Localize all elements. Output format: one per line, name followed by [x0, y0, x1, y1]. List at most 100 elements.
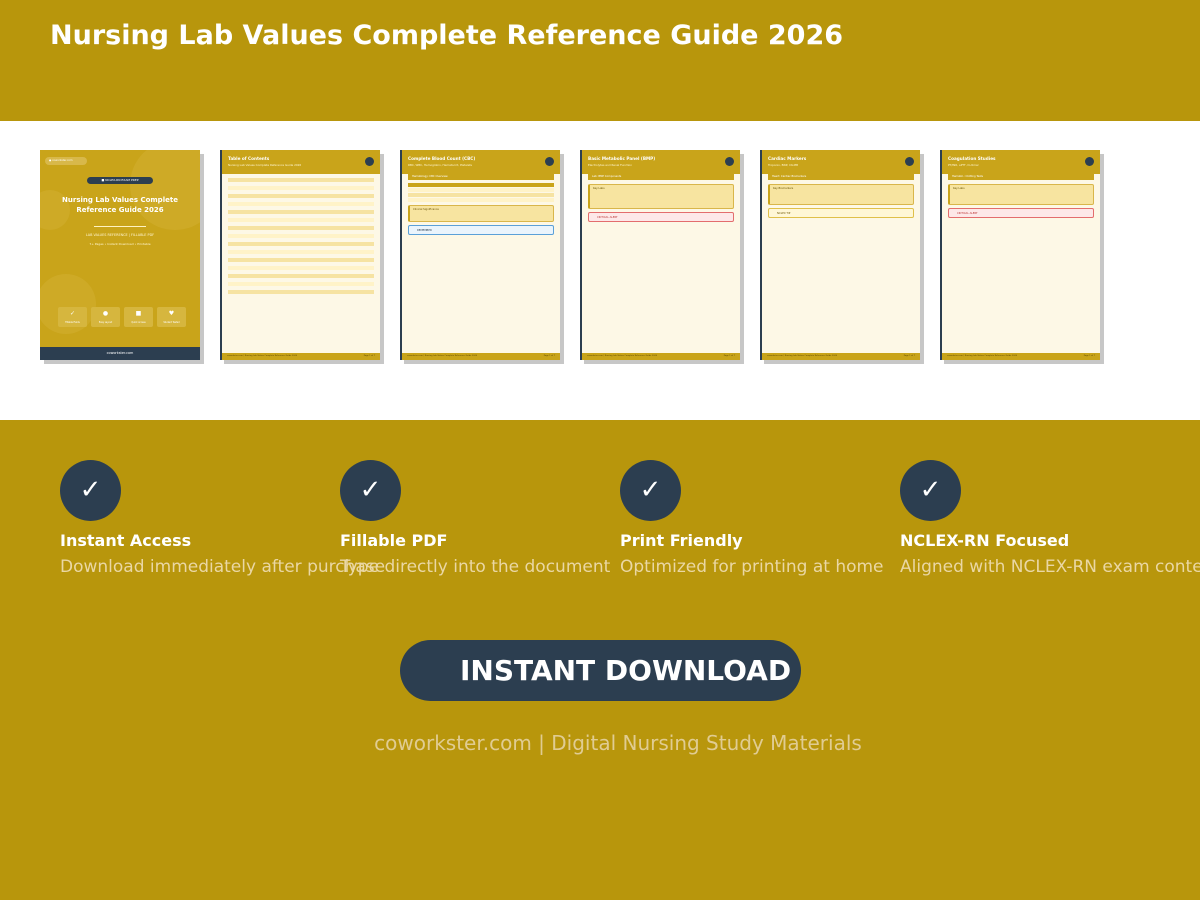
toc-row: [228, 266, 374, 270]
toc-row: [228, 290, 374, 294]
preview-cardiac-page[interactable]: Cardiac Markers Troponin, BNP, CK-MB Hea…: [760, 150, 920, 360]
cover-title: Nursing Lab Values Complete Reference Gu…: [40, 195, 200, 215]
section-label: Hematology: CBC Overview: [412, 175, 448, 178]
tip-callout: NCLEX TIP: [768, 208, 914, 218]
page-title: Nursing Lab Values Complete Reference Gu…: [50, 20, 844, 51]
heart-icon: ♥: [168, 310, 175, 317]
box-label: Key Labs: [593, 187, 605, 190]
page-footer-right: Page 1 of 7: [723, 355, 735, 357]
feature-description: Type directly into the document: [340, 557, 611, 577]
page-header: [942, 150, 1100, 174]
cover-brand-pill: ● coworkster.com: [45, 157, 87, 165]
cover-details: 7+ Pages • Instant Download • Printable: [89, 242, 151, 246]
page-footer-left: coworkster.com | Nursing Lab Values Comp…: [947, 355, 1018, 357]
cover-divider: [94, 226, 146, 227]
box-label: Clinical Significance: [413, 208, 439, 211]
page-header: [762, 150, 920, 174]
section-label: Heart: Cardiac Biomarkers: [772, 175, 807, 178]
header-banner: Nursing Lab Values Complete Reference Gu…: [0, 0, 1200, 121]
section-bar: Lab: BMP Components: [588, 174, 734, 180]
preview-coagulation-page[interactable]: Coagulation Studies PT/INR, aPTT, D-dime…: [940, 150, 1100, 360]
check-icon: ✓: [340, 460, 401, 521]
cover-title-line: Nursing Lab Values Complete: [62, 196, 178, 204]
page-footer: coworkster.com | Nursing Lab Values Comp…: [582, 353, 740, 360]
toc-row: [228, 226, 374, 230]
page-heading: Table of Contents: [228, 156, 270, 161]
table-row: [408, 198, 554, 202]
page-footer-right: Page 1 of 7: [1083, 355, 1095, 357]
page-heading: Cardiac Markers: [768, 156, 807, 161]
cover-feature-label: Easy Layout: [98, 321, 113, 324]
instant-download-button[interactable]: INSTANT DOWNLOAD: [400, 640, 801, 701]
section-bar: Hematol.: Clotting Tests: [948, 174, 1094, 180]
feature-description: Aligned with NCLEX-RN exam content: [900, 557, 1200, 577]
page-heading: Coagulation Studies: [948, 156, 996, 161]
page-subheading: PT/INR, aPTT, D-dimer: [948, 163, 979, 167]
feature-nclex-focused: ✓ NCLEX-RN Focused Aligned with NCLEX-RN…: [900, 460, 1200, 590]
cover-feature: ♥ Student Tested: [157, 307, 186, 327]
feature-title: Fillable PDF: [340, 531, 448, 550]
page-heading: Basic Metabolic Panel (BMP): [588, 156, 656, 161]
callout-label: REMEMBER: [417, 229, 432, 232]
critical-alert: CRITICAL ALERT: [588, 212, 734, 222]
critical-alert: CRITICAL ALERT: [948, 208, 1094, 218]
page-badge: [365, 157, 374, 166]
page-footer-left: coworkster.com | Nursing Lab Values Comp…: [227, 355, 298, 357]
cover-feature: ✓ Fillable Fields: [58, 307, 87, 327]
toc-row: [228, 178, 374, 182]
cover-subtitle: LAB VALUES REFERENCE | FILLABLE PDF: [85, 233, 155, 237]
feature-description: Optimized for printing at home: [620, 557, 884, 577]
info-callout: REMEMBER: [408, 225, 554, 235]
page-badge: [725, 157, 734, 166]
cover-tag: ■ NCLEX-RN EXAM PREP: [87, 177, 153, 184]
page-subheading: Electrolytes and Renal Function: [588, 163, 633, 167]
cover-footer: coworkster.com: [40, 347, 200, 360]
page-footer: coworkster.com | Nursing Lab Values Comp…: [762, 353, 920, 360]
toc-row: [228, 234, 374, 238]
table-row: [408, 193, 554, 197]
alert-label: CRITICAL ALERT: [597, 216, 618, 219]
section-label: Lab: BMP Components: [592, 175, 622, 178]
box-label: Key Biomarkers: [773, 187, 794, 190]
box-label: Key Labs: [953, 187, 965, 190]
cover-feature-label: Fillable Fields: [65, 321, 80, 324]
page-footer: coworkster.com | Nursing Lab Values Comp…: [222, 353, 380, 360]
square-icon: ■: [135, 310, 142, 317]
toc-row: [228, 186, 374, 190]
key-labs-box: Key Labs: [588, 184, 734, 209]
page-footer-left: coworkster.com | Nursing Lab Values Comp…: [407, 355, 478, 357]
feature-title: Print Friendly: [620, 531, 743, 550]
preview-table-of-contents[interactable]: Table of Contents Nursing Lab Values Com…: [220, 150, 380, 360]
section-bar: Heart: Cardiac Biomarkers: [768, 174, 914, 180]
page-badge: [1085, 157, 1094, 166]
check-icon: ✓: [69, 310, 76, 317]
preview-cover[interactable]: ● coworkster.com ■ NCLEX-RN EXAM PREP Nu…: [40, 150, 200, 360]
toc-row: [228, 282, 374, 286]
page-footer: coworkster.com | Nursing Lab Values Comp…: [402, 353, 560, 360]
feature-title: NCLEX-RN Focused: [900, 531, 1070, 550]
cover-feature-label: Quick Access: [131, 321, 146, 324]
page-header: [582, 150, 740, 174]
toc-row: [228, 258, 374, 262]
toc-row: [228, 274, 374, 278]
cover-feature: ● Easy Layout: [91, 307, 120, 327]
cover-feature-label: Student Tested: [163, 321, 180, 324]
key-labs-box: Key Labs: [948, 184, 1094, 205]
page-subheading: Nursing Lab Values Complete Reference Gu…: [228, 163, 302, 167]
preview-bmp-page[interactable]: Basic Metabolic Panel (BMP) Electrolytes…: [580, 150, 740, 360]
page-badge: [545, 157, 554, 166]
page-badge: [905, 157, 914, 166]
toc-row: [228, 250, 374, 254]
check-icon: ✓: [60, 460, 121, 521]
toc-row: [228, 242, 374, 246]
alert-label: CRITICAL ALERT: [957, 212, 978, 215]
page-footer-left: coworkster.com | Nursing Lab Values Comp…: [587, 355, 658, 357]
page-header: [222, 150, 380, 174]
table-row: [408, 188, 554, 192]
preview-cbc-page[interactable]: Complete Blood Count (CBC) RBC, WBC, Hem…: [400, 150, 560, 360]
toc-row: [228, 218, 374, 222]
check-icon: ✓: [620, 460, 681, 521]
check-icon: ✓: [900, 460, 961, 521]
toc-row: [228, 194, 374, 198]
section-label: Hematol.: Clotting Tests: [952, 175, 983, 178]
